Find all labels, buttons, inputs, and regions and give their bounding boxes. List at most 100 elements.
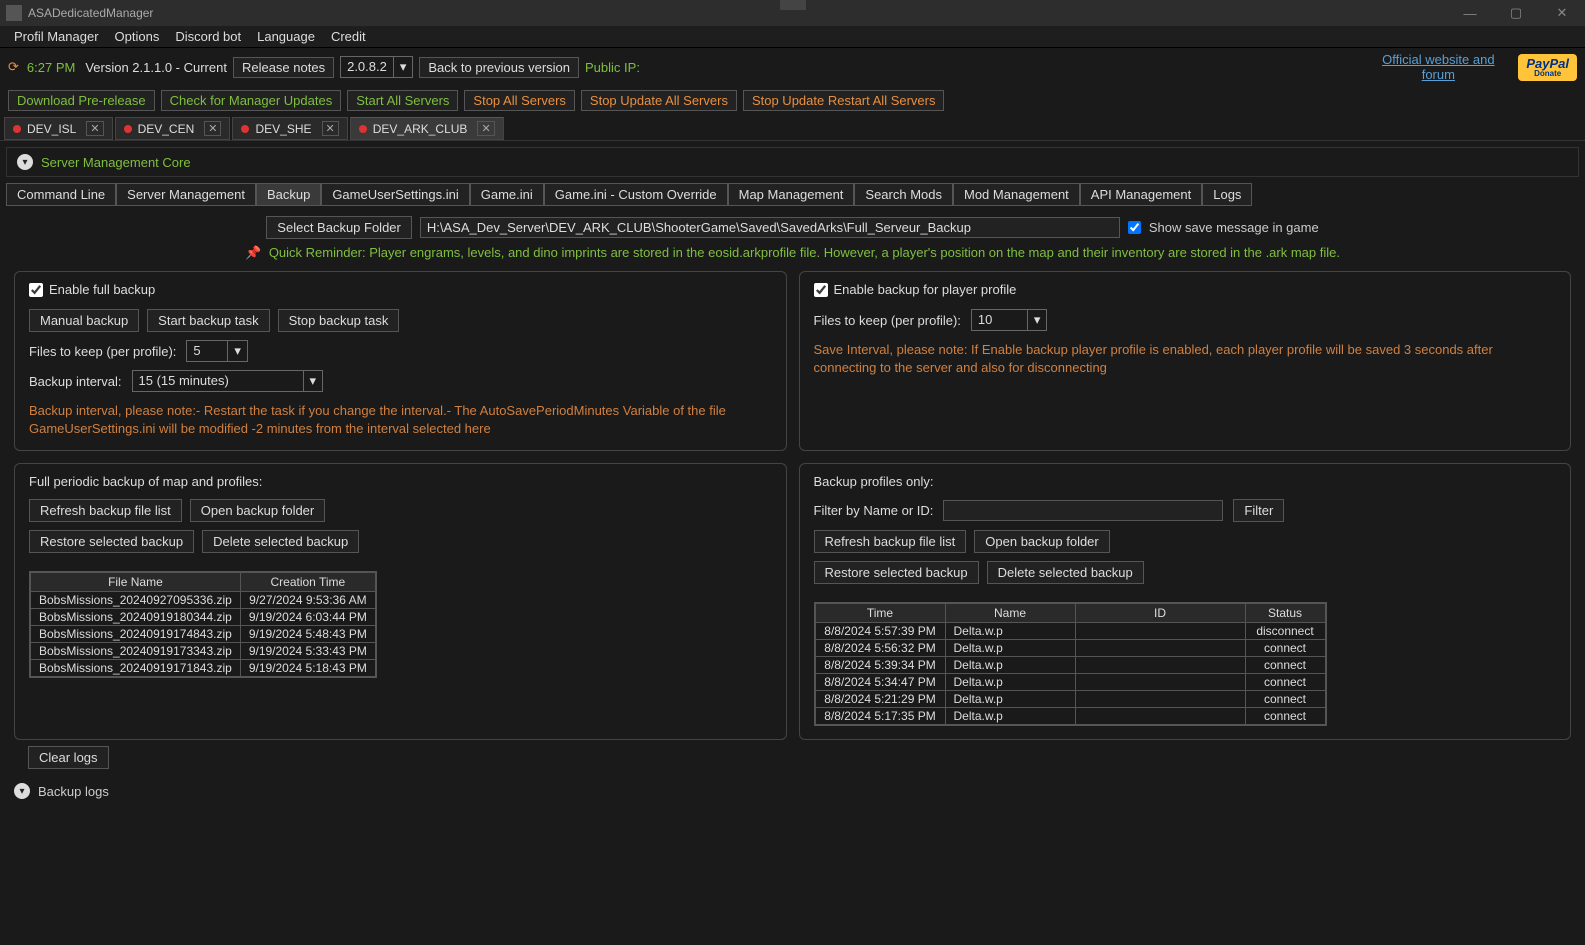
chevron-down-icon[interactable]: ▾ [17, 154, 33, 170]
release-notes-button[interactable]: Release notes [233, 57, 334, 78]
chevron-down-icon[interactable]: ▾ [227, 341, 247, 361]
table-header[interactable]: File Name [31, 573, 241, 592]
table-row[interactable]: 8/8/2024 5:34:47 PMDelta.w.pconnect [815, 674, 1325, 691]
stop-backup-task-button[interactable]: Stop backup task [278, 309, 400, 332]
menu-item[interactable]: Options [107, 27, 168, 46]
table-header[interactable]: Name [945, 604, 1075, 623]
maximize-button[interactable]: ▢ [1493, 0, 1539, 26]
subtab[interactable]: Game.ini [470, 183, 544, 206]
server-tab[interactable]: DEV_SHE✕ [232, 117, 347, 140]
menu-item[interactable]: Credit [323, 27, 374, 46]
start-backup-task-button[interactable]: Start backup task [147, 309, 269, 332]
open-backup-folder-button[interactable]: Open backup folder [190, 499, 325, 522]
start-all-servers-button[interactable]: Start All Servers [347, 90, 458, 111]
server-tab-label: DEV_ARK_CLUB [373, 122, 468, 136]
enable-player-backup-checkbox[interactable] [814, 283, 828, 297]
paypal-donate-button[interactable]: PayPal Donate [1518, 54, 1577, 81]
server-tab-label: DEV_CEN [138, 122, 195, 136]
table-row[interactable]: BobsMissions_20240919180344.zip9/19/2024… [31, 609, 376, 626]
close-button[interactable]: ✕ [1539, 0, 1585, 26]
subtab[interactable]: Server Management [116, 183, 256, 206]
map-backup-table[interactable]: File NameCreation TimeBobsMissions_20240… [29, 571, 377, 678]
manual-backup-button[interactable]: Manual backup [29, 309, 139, 332]
table-row[interactable]: 8/8/2024 5:21:29 PMDelta.w.pconnect [815, 691, 1325, 708]
profile-open-folder-button[interactable]: Open backup folder [974, 530, 1109, 553]
stop-update-all-button[interactable]: Stop Update All Servers [581, 90, 737, 111]
table-header[interactable]: Creation Time [240, 573, 375, 592]
close-icon[interactable]: ✕ [204, 121, 221, 136]
menu-item[interactable]: Language [249, 27, 323, 46]
subtab[interactable]: Backup [256, 183, 321, 206]
website-link[interactable]: Official website and forum [1368, 52, 1508, 82]
menu-item[interactable]: Profil Manager [6, 27, 107, 46]
status-dot-icon [13, 125, 21, 133]
profile-refresh-button[interactable]: Refresh backup file list [814, 530, 967, 553]
select-backup-folder-button[interactable]: Select Backup Folder [266, 216, 412, 239]
chevron-down-icon[interactable]: ▾ [14, 783, 30, 799]
table-row[interactable]: 8/8/2024 5:57:39 PMDelta.w.pdisconnect [815, 623, 1325, 640]
player-files-keep-combo[interactable]: 10 ▾ [971, 309, 1048, 331]
server-tab[interactable]: DEV_ISL ✕ [4, 117, 113, 140]
server-tabs: DEV_ISL✕DEV_CEN✕DEV_SHE✕DEV_ARK_CLUB✕ [0, 115, 1585, 141]
subtab[interactable]: API Management [1080, 183, 1202, 206]
subtab[interactable]: Game.ini - Custom Override [544, 183, 728, 206]
toolbar-row-1: ⟳ 6:27 PM Version 2.1.1.0 - Current Rele… [0, 48, 1585, 86]
status-dot-icon [241, 125, 249, 133]
check-updates-button[interactable]: Check for Manager Updates [161, 90, 342, 111]
minimize-button[interactable]: — [1447, 0, 1493, 26]
table-row[interactable]: 8/8/2024 5:56:32 PMDelta.w.pconnect [815, 640, 1325, 657]
stop-all-servers-button[interactable]: Stop All Servers [464, 90, 575, 111]
reload-icon[interactable]: ⟳ [8, 59, 19, 75]
delete-backup-button[interactable]: Delete selected backup [202, 530, 359, 553]
subtabs: Command LineServer ManagementBackupGameU… [0, 183, 1585, 206]
subtab[interactable]: Logs [1202, 183, 1252, 206]
refresh-backup-list-button[interactable]: Refresh backup file list [29, 499, 182, 522]
download-pre-release-button[interactable]: Download Pre-release [8, 90, 155, 111]
backup-folder-path-input[interactable] [420, 217, 1120, 238]
restore-backup-button[interactable]: Restore selected backup [29, 530, 194, 553]
chevron-down-icon[interactable]: ▾ [1027, 310, 1047, 330]
chevron-down-icon[interactable]: ▾ [303, 371, 323, 391]
backup-interval-combo[interactable]: 15 (15 minutes) ▾ [132, 370, 324, 392]
stop-update-restart-button[interactable]: Stop Update Restart All Servers [743, 90, 945, 111]
public-ip-label: Public IP: [585, 60, 640, 75]
server-tab[interactable]: DEV_ARK_CLUB ✕ [350, 117, 504, 140]
profile-backup-table[interactable]: TimeNameIDStatus8/8/2024 5:57:39 PMDelta… [814, 602, 1327, 726]
show-save-message-checkbox[interactable] [1128, 221, 1141, 234]
table-row[interactable]: 8/8/2024 5:39:34 PMDelta.w.pconnect [815, 657, 1325, 674]
profile-delete-button[interactable]: Delete selected backup [987, 561, 1144, 584]
table-row[interactable]: 8/8/2024 5:17:35 PMDelta.w.pconnect [815, 708, 1325, 725]
server-tab[interactable]: DEV_CEN ✕ [115, 117, 231, 140]
close-icon[interactable]: ✕ [477, 121, 494, 136]
table-header[interactable]: ID [1075, 604, 1245, 623]
table-row[interactable]: BobsMissions_20240919174843.zip9/19/2024… [31, 626, 376, 643]
table-row[interactable]: BobsMissions_20240919173343.zip9/19/2024… [31, 643, 376, 660]
profile-restore-button[interactable]: Restore selected backup [814, 561, 979, 584]
enable-full-backup-checkbox[interactable] [29, 283, 43, 297]
table-row[interactable]: BobsMissions_20240927095336.zip9/27/2024… [31, 592, 376, 609]
back-version-button[interactable]: Back to previous version [419, 57, 579, 78]
close-icon[interactable]: ✕ [86, 121, 103, 136]
subtab[interactable]: Search Mods [854, 183, 953, 206]
filter-label: Filter by Name or ID: [814, 503, 934, 518]
map-backup-title: Full periodic backup of map and profiles… [29, 474, 772, 489]
table-row[interactable]: BobsMissions_20240919171843.zip9/19/2024… [31, 660, 376, 677]
files-keep-combo[interactable]: 5 ▾ [186, 340, 248, 362]
chevron-down-icon[interactable]: ▾ [393, 57, 413, 77]
server-tab-label: DEV_ISL [27, 122, 76, 136]
profile-backup-panel: Backup profiles only: Filter by Name or … [799, 463, 1572, 740]
subtab[interactable]: GameUserSettings.ini [321, 183, 469, 206]
subtab[interactable]: Mod Management [953, 183, 1080, 206]
clear-logs-button[interactable]: Clear logs [28, 746, 109, 769]
subtab[interactable]: Map Management [728, 183, 855, 206]
tab-hint [780, 0, 806, 10]
close-icon[interactable]: ✕ [322, 121, 339, 136]
player-backup-panel: Enable backup for player profile Files t… [799, 271, 1572, 451]
subtab[interactable]: Command Line [6, 183, 116, 206]
version-combo[interactable]: 2.0.8.2 ▾ [340, 56, 413, 78]
filter-button[interactable]: Filter [1233, 499, 1284, 522]
table-header[interactable]: Time [815, 604, 945, 623]
table-header[interactable]: Status [1245, 604, 1325, 623]
filter-input[interactable] [943, 500, 1223, 521]
menu-item[interactable]: Discord bot [167, 27, 249, 46]
